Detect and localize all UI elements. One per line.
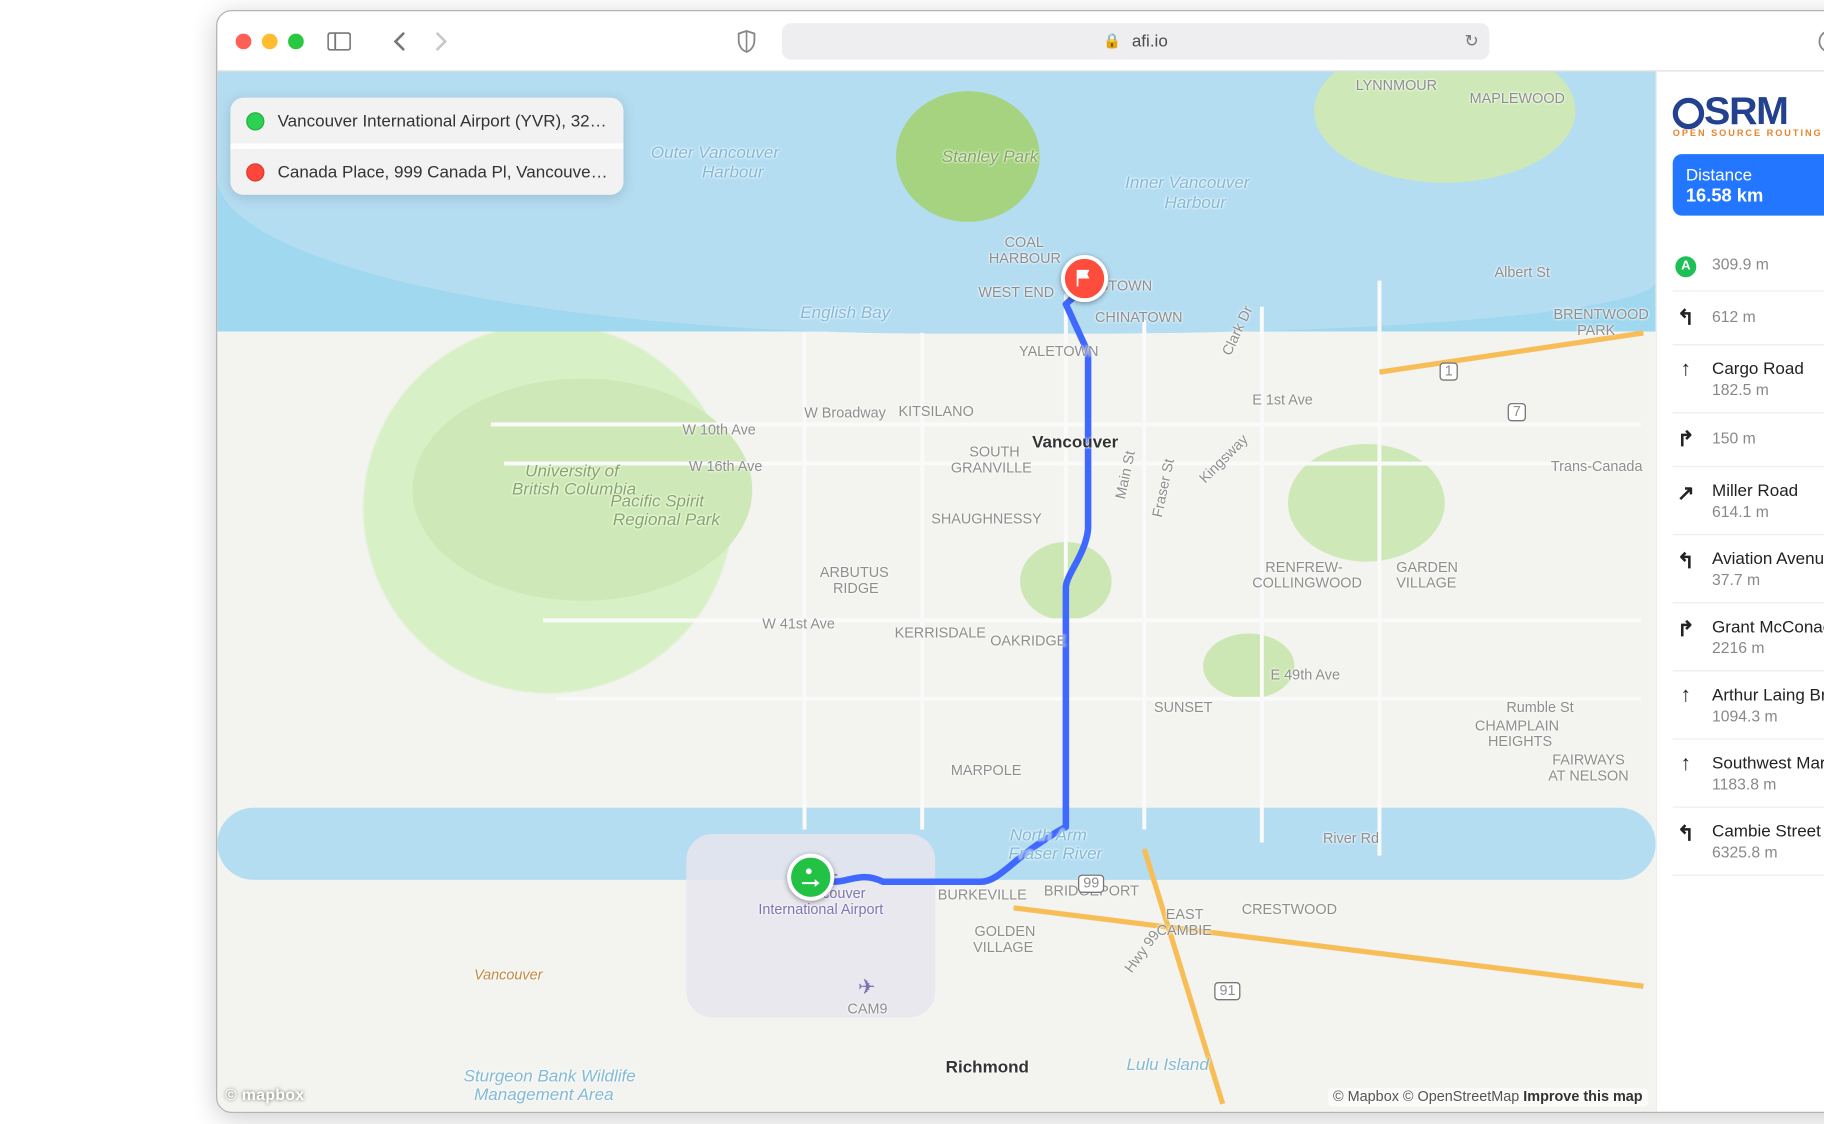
step-distance: 614.1 m <box>1712 502 1798 520</box>
shield-icon[interactable] <box>730 24 764 58</box>
window-controls <box>236 33 304 49</box>
direction-step[interactable]: ↰ Aviation Avenue 37.7 m <box>1673 535 1824 603</box>
airplane-icon: ✈ <box>858 974 876 1000</box>
direction-step[interactable]: ↗ Miller Road 614.1 m <box>1673 467 1824 535</box>
map-attribution: © Mapbox © OpenStreetMap Improve this ma… <box>1328 1088 1648 1106</box>
step-road: Grant McConachie Way <box>1712 616 1824 636</box>
destination-text: Canada Place, 999 Canada Pl, Vancouver, … <box>278 162 608 182</box>
step-road: Arthur Laing Bridge <box>1712 684 1824 704</box>
directions-list: A 309.9 m ↰ 612 m ↑ Cargo Road 182.5 m ↱ 150 m ↗ M… <box>1673 239 1824 875</box>
destination-marker[interactable] <box>1061 255 1108 302</box>
step-distance: 150 m <box>1712 429 1756 447</box>
mapbox-logo: © mapbox <box>225 1086 304 1104</box>
step-road: Aviation Avenue <box>1712 548 1824 568</box>
osrm-logo: SRM OPEN SOURCE ROUTING MACHINE <box>1673 90 1824 138</box>
step-distance: 612 m <box>1712 307 1756 325</box>
step-distance: 1094.3 m <box>1712 706 1824 724</box>
direction-step[interactable]: ↑ Cargo Road 182.5 m <box>1673 345 1824 413</box>
step-icon: ↑ <box>1673 684 1699 725</box>
step-road: Cambie Street <box>1712 820 1821 840</box>
map-label-city: Richmond <box>946 1057 1029 1077</box>
step-distance: 182.5 m <box>1712 380 1804 398</box>
distance-metric: Distance 16.58 km <box>1673 154 1824 216</box>
origin-row[interactable]: Vancouver International Airport (YVR), 3… <box>230 98 623 144</box>
direction-step[interactable]: A 309.9 m <box>1673 239 1824 291</box>
step-icon: ↰ <box>1673 548 1699 589</box>
directions-sidebar: SRM OPEN SOURCE ROUTING MACHINE Distance… <box>1656 72 1824 1112</box>
waypoints-panel: Vancouver International Airport (YVR), 3… <box>230 98 623 195</box>
step-icon: A <box>1673 252 1699 276</box>
step-distance: 2216 m <box>1712 638 1824 656</box>
lock-icon: 🔒 <box>1103 32 1121 49</box>
destination-row[interactable]: Canada Place, 999 Canada Pl, Vancouver, … <box>230 149 623 195</box>
step-road: Cargo Road <box>1712 358 1804 378</box>
direction-step[interactable]: ↱ 150 m <box>1673 413 1824 467</box>
origin-pin-icon <box>246 112 264 130</box>
step-road: Miller Road <box>1712 480 1798 500</box>
map[interactable]: Vancouver Richmond Sturgeon Bank Wildlif… <box>217 72 1655 1112</box>
back-button[interactable] <box>382 24 416 58</box>
url-text: afi.io <box>1132 31 1168 51</box>
browser-window: 🔒 afi.io ↻ <box>216 10 1824 1113</box>
direction-step[interactable]: ↱ Grant McConachie Way 2216 m <box>1673 603 1824 671</box>
direction-step[interactable]: ↑ Southwest Marine Drive 1183.8 m <box>1673 739 1824 807</box>
maximize-window-button[interactable] <box>288 33 304 49</box>
address-bar[interactable]: 🔒 afi.io ↻ <box>782 22 1489 59</box>
close-window-button[interactable] <box>236 33 252 49</box>
origin-marker[interactable] <box>787 854 834 901</box>
direction-step[interactable]: ↰ 612 m <box>1673 291 1824 345</box>
step-distance: 6325.8 m <box>1712 843 1821 861</box>
step-distance: 37.7 m <box>1712 570 1824 588</box>
reload-icon[interactable]: ↻ <box>1465 30 1479 51</box>
minimize-window-button[interactable] <box>262 33 278 49</box>
metrics: Distance 16.58 km Duration 29.59 min <box>1673 154 1824 216</box>
content-area: Vancouver Richmond Sturgeon Bank Wildlif… <box>217 72 1824 1112</box>
forward-button[interactable] <box>424 24 458 58</box>
titlebar: 🔒 afi.io ↻ <box>217 11 1824 71</box>
step-icon: ↱ <box>1673 426 1699 452</box>
step-icon: ↑ <box>1673 752 1699 793</box>
origin-text: Vancouver International Airport (YVR), 3… <box>278 111 608 131</box>
step-distance: 309.9 m <box>1712 255 1769 273</box>
improve-map-link[interactable]: Improve this map <box>1523 1089 1642 1105</box>
step-icon: ↗ <box>1673 480 1699 521</box>
step-icon: ↰ <box>1673 820 1699 861</box>
sidebar-toggle-icon[interactable] <box>322 24 356 58</box>
direction-step[interactable]: ↰ Cambie Street 6325.8 m <box>1673 807 1824 875</box>
step-icon: ↰ <box>1673 304 1699 330</box>
step-icon: ↱ <box>1673 616 1699 657</box>
direction-step[interactable]: ↑ Arthur Laing Bridge 1094.3 m <box>1673 671 1824 739</box>
destination-pin-icon <box>246 163 264 181</box>
step-road: Southwest Marine Drive <box>1712 752 1824 772</box>
downloads-icon[interactable] <box>1813 24 1824 58</box>
map-label-city: Vancouver <box>1032 432 1118 452</box>
step-icon: ↑ <box>1673 358 1699 399</box>
step-distance: 1183.8 m <box>1712 774 1824 792</box>
